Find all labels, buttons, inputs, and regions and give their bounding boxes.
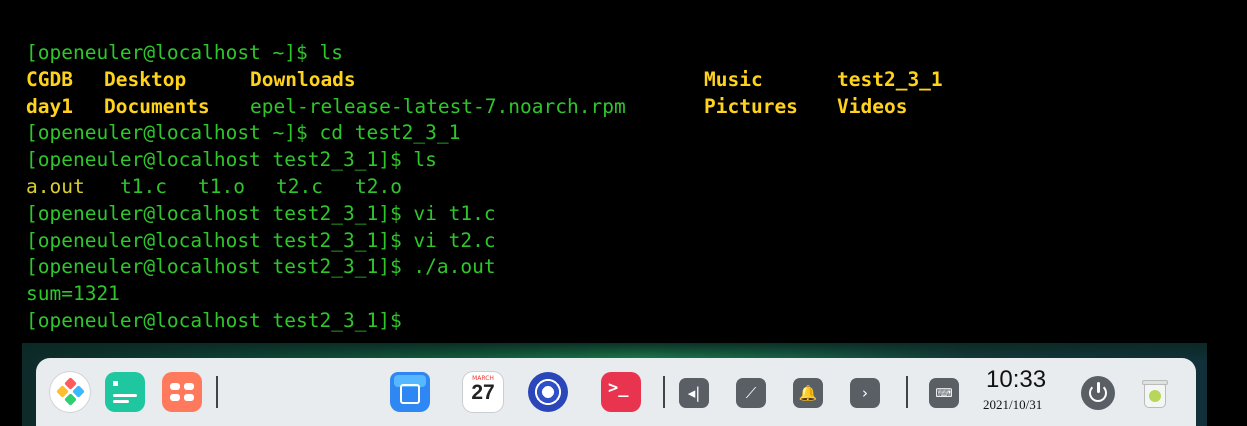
dock-separator xyxy=(906,376,908,408)
terminal-line: [openeuler@localhost test2_3_1]$ vi t1.c xyxy=(26,201,1247,228)
terminal-line: [openeuler@localhost test2_3_1]$ vi t2.c xyxy=(26,228,1247,255)
app-store-icon[interactable] xyxy=(390,372,430,412)
terminal-icon[interactable]: >_ xyxy=(601,372,641,412)
calendar-icon[interactable]: MARCH 27 xyxy=(463,372,503,412)
app-grid-icon[interactable] xyxy=(162,372,202,412)
dir-entry: Downloads xyxy=(250,67,356,91)
file-entry: t2.o xyxy=(355,174,402,198)
prompt: [openeuler@localhost test2_3_1]$ xyxy=(26,228,414,252)
dock-separator xyxy=(216,376,218,408)
dock-separator xyxy=(663,376,665,408)
prompt: [openeuler@localhost ~]$ xyxy=(26,41,320,64)
multitask-icon[interactable] xyxy=(105,372,145,412)
program-output: sum=1321 xyxy=(26,282,120,306)
dir-entry: day1 xyxy=(26,94,73,118)
terminal-line: [openeuler@localhost ~]$ cd test2_3_1 xyxy=(26,120,1247,147)
terminal-line: [openeuler@localhost test2_3_1]$ xyxy=(26,308,1247,335)
file-entry: t1.c xyxy=(120,174,167,198)
prompt: [openeuler@localhost test2_3_1]$ xyxy=(26,308,414,332)
command: vi t1.c xyxy=(413,201,496,225)
keyboard-icon[interactable]: ⌨ xyxy=(929,378,959,408)
settings-icon[interactable] xyxy=(528,372,568,412)
file-entry: t2.c xyxy=(276,174,323,198)
file-entry: a.out xyxy=(26,174,85,198)
launcher-icon[interactable] xyxy=(50,372,90,412)
terminal-window[interactable]: [openeuler@localhost ~]$ ls CGDB Desktop… xyxy=(0,0,1247,340)
chevron-right-icon[interactable]: › xyxy=(850,378,880,408)
ls-output-row: a.out t1.c t1.o t2.c t2.o xyxy=(26,174,1247,201)
prompt: [openeuler@localhost ~]$ xyxy=(26,121,320,145)
dir-entry: Documents xyxy=(104,94,210,118)
prompt: [openeuler@localhost test2_3_1]$ xyxy=(26,255,414,279)
dir-entry: Desktop xyxy=(104,67,187,91)
clock-date[interactable]: 2021/10/31 xyxy=(983,397,1042,413)
command: ls xyxy=(413,148,437,172)
dir-entry: test2_3_1 xyxy=(837,67,943,91)
network-icon[interactable]: ⟋ xyxy=(736,378,766,408)
trash-icon[interactable] xyxy=(1140,378,1170,410)
dir-entry: Pictures xyxy=(704,94,798,118)
dir-entry: Videos xyxy=(837,94,908,118)
dir-entry: Music xyxy=(704,67,763,91)
command: cd test2_3_1 xyxy=(319,121,461,145)
notification-icon[interactable]: 🔔 xyxy=(793,378,823,408)
dock: MARCH 27 >_ ◂| ⟋ 🔔 › ⌨ 10:33 2021/10/31 xyxy=(36,358,1196,426)
file-entry: t1.o xyxy=(198,174,245,198)
prompt: [openeuler@localhost test2_3_1]$ xyxy=(26,148,414,172)
command: vi t2.c xyxy=(413,228,496,252)
prompt: [openeuler@localhost test2_3_1]$ xyxy=(26,201,414,225)
dir-entry: CGDB xyxy=(26,67,73,91)
volume-icon[interactable]: ◂| xyxy=(679,378,709,408)
clock-time[interactable]: 10:33 xyxy=(986,366,1046,394)
ls-output-row: CGDB Desktop Downloads Music test2_3_1 xyxy=(26,67,1247,94)
command: ./a.out xyxy=(413,255,496,279)
command: ls xyxy=(319,41,343,64)
ls-output-row: day1 Documents epel-release-latest-7.noa… xyxy=(26,94,1247,121)
terminal-line: [openeuler@localhost ~]$ ls xyxy=(26,40,1247,67)
file-entry: epel-release-latest-7.noarch.rpm xyxy=(250,94,626,118)
terminal-line: [openeuler@localhost test2_3_1]$ ./a.out xyxy=(26,254,1247,281)
power-icon[interactable] xyxy=(1081,376,1115,410)
terminal-line: [openeuler@localhost test2_3_1]$ ls xyxy=(26,147,1247,174)
